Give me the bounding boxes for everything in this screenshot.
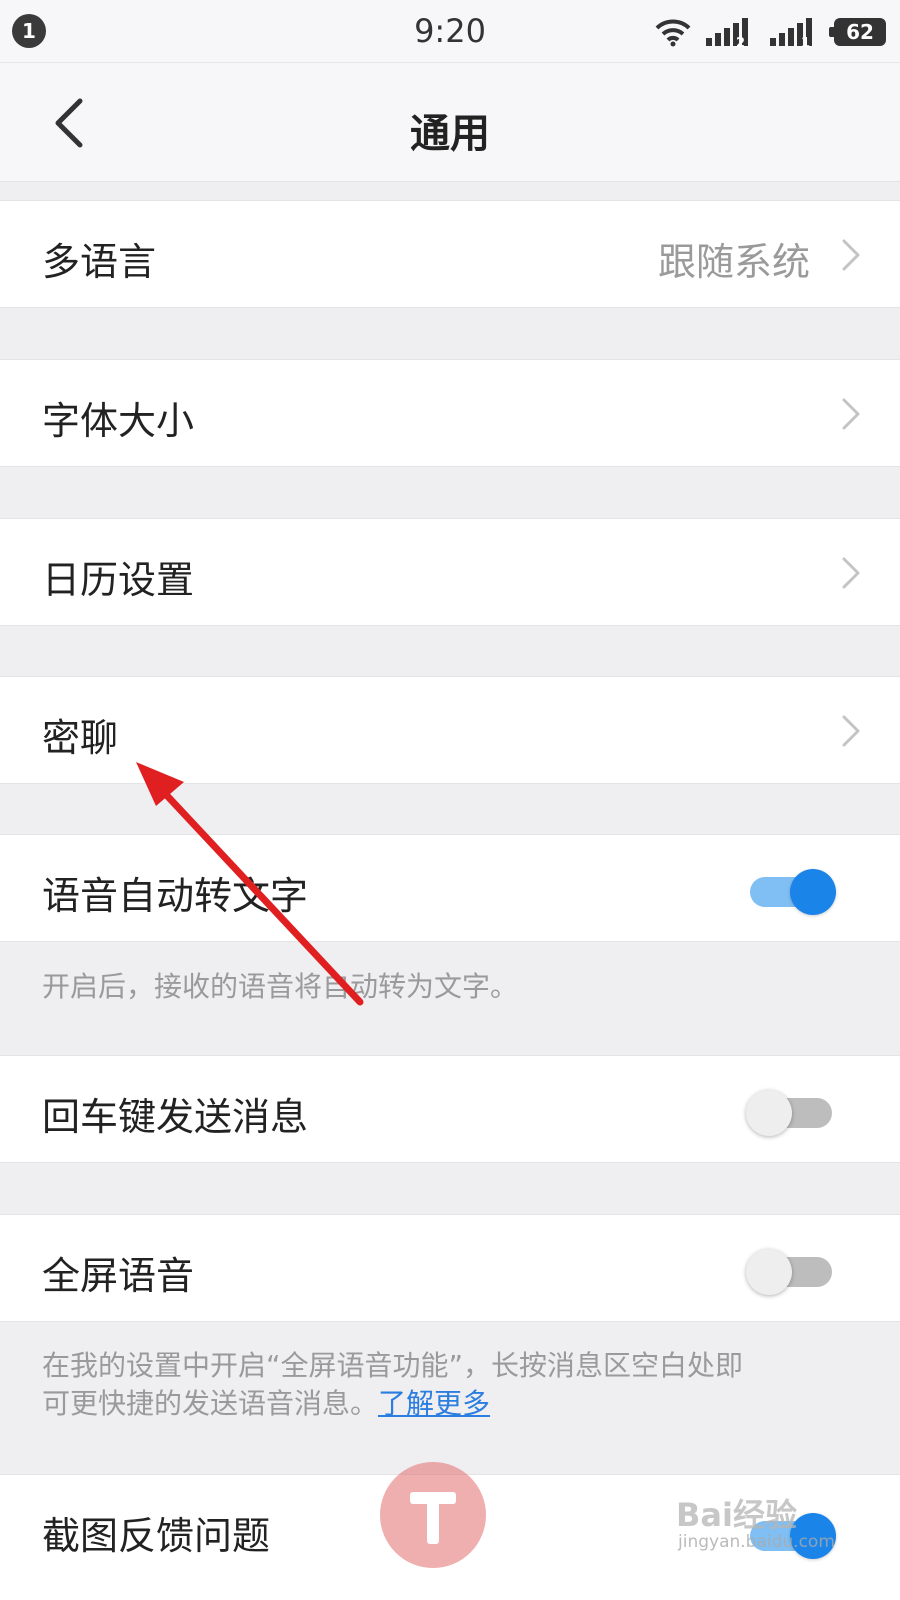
watermark-logo bbox=[380, 1462, 486, 1568]
watermark-url: jingyan.baidu.com bbox=[678, 1532, 835, 1552]
watermark-brand: Bai经验 bbox=[676, 1496, 797, 1534]
watermark-baidu: Bai经验 jingyan.baidu.com bbox=[676, 1490, 876, 1560]
annotation-arrow bbox=[136, 762, 364, 1006]
hammer-icon bbox=[410, 1492, 456, 1544]
